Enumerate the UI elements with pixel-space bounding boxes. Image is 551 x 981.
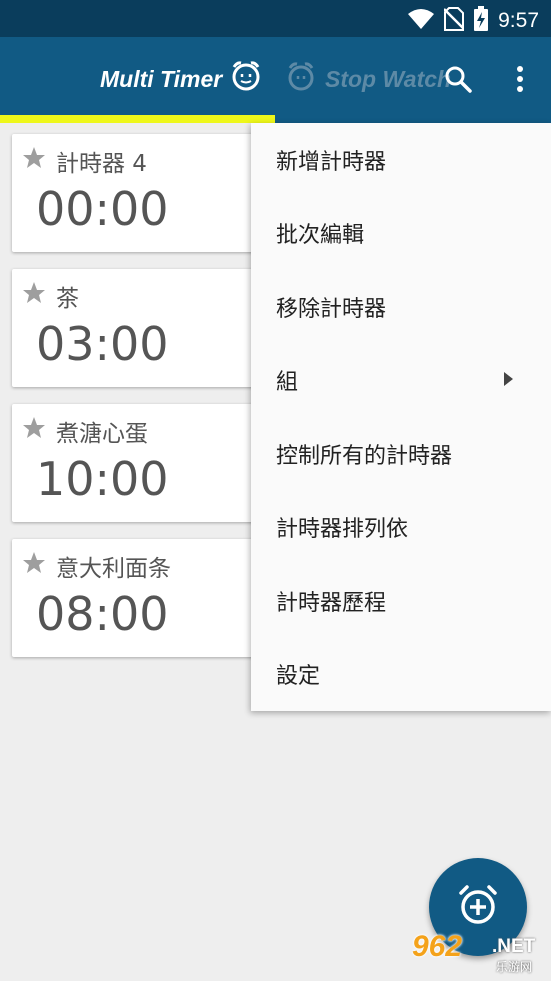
star-icon[interactable] — [22, 551, 46, 579]
menu-item-label: 移除計時器 — [276, 296, 387, 322]
timer-name: 茶 — [56, 286, 79, 312]
timer-time: 00:00 — [36, 182, 169, 236]
search-button[interactable] — [438, 61, 478, 101]
menu-item-group[interactable]: 組 — [251, 343, 551, 416]
menu-item-batch-edit[interactable]: 批次編輯 — [251, 196, 551, 269]
tab-indicator — [0, 115, 275, 123]
watermark-suffix: .NET — [492, 936, 536, 957]
star-icon[interactable] — [22, 146, 46, 174]
timer-card[interactable]: 意大利面条 08:00 — [12, 539, 272, 657]
watermark-logo: 962 .NET 乐游网 — [412, 930, 546, 976]
add-alarm-icon — [455, 882, 501, 932]
timer-card[interactable]: 茶 03:00 — [12, 269, 272, 387]
menu-item-label: 計時器排列依 — [276, 516, 409, 542]
timer-card[interactable]: 煮溏心蛋 10:00 — [12, 404, 272, 522]
status-time: 9:57 — [498, 8, 539, 32]
timer-time: 08:00 — [36, 587, 169, 641]
tab-stop-watch[interactable]: Stop Watch — [285, 59, 451, 99]
timer-name: 煮溏心蛋 — [56, 421, 148, 447]
timer-name: 計時器 4 — [56, 151, 147, 177]
menu-item-control-all[interactable]: 控制所有的計時器 — [251, 417, 551, 490]
battery-charging-icon — [474, 6, 489, 35]
wifi-icon — [408, 8, 435, 34]
tab-stop-watch-label: Stop Watch — [325, 65, 452, 92]
menu-item-label: 組 — [276, 369, 299, 395]
no-sim-icon — [443, 6, 466, 35]
menu-item-label: 批次編輯 — [276, 222, 365, 248]
menu-item-sort-timers[interactable]: 計時器排列依 — [251, 490, 551, 563]
menu-item-label: 新增計時器 — [276, 149, 387, 175]
status-icons: 9:57 — [408, 6, 539, 35]
more-vert-icon — [516, 65, 524, 97]
app-bar: Multi Timer Stop Watch — [0, 37, 551, 123]
stopwatch-icon — [285, 60, 317, 98]
timer-name: 意大利面条 — [56, 556, 171, 582]
tab-multi-timer-label: Multi Timer — [100, 65, 223, 92]
watermark-number: 962 — [412, 930, 463, 963]
timer-time: 10:00 — [36, 452, 169, 506]
star-icon[interactable] — [22, 281, 46, 309]
menu-item-timer-history[interactable]: 計時器歷程 — [251, 564, 551, 637]
timer-card[interactable]: 計時器 4 00:00 — [12, 134, 272, 252]
menu-item-label: 設定 — [276, 663, 321, 689]
watermark-subtitle: 乐游网 — [496, 960, 533, 974]
menu-item-remove-timer[interactable]: 移除計時器 — [251, 270, 551, 343]
star-icon[interactable] — [22, 416, 46, 444]
menu-item-label: 控制所有的計時器 — [276, 443, 453, 469]
overflow-menu: 新增計時器 批次編輯 移除計時器 組 控制所有的計時器 計時器排列依 計時器歷程… — [251, 123, 551, 711]
timer-time: 03:00 — [36, 317, 169, 371]
alarm-clock-face-icon — [230, 60, 262, 98]
submenu-arrow-icon — [504, 372, 513, 386]
tab-multi-timer[interactable]: Multi Timer — [100, 59, 262, 99]
status-bar: 9:57 — [0, 0, 551, 37]
search-icon — [444, 65, 472, 97]
menu-item-settings[interactable]: 設定 — [251, 637, 551, 710]
menu-item-label: 計時器歷程 — [276, 590, 387, 616]
overflow-menu-button[interactable] — [500, 61, 540, 101]
menu-item-add-timer[interactable]: 新增計時器 — [251, 123, 551, 196]
